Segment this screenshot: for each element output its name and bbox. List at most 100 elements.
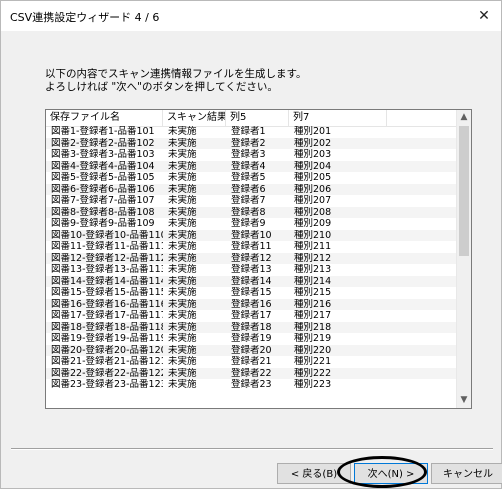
table-cell: 未実施 <box>168 195 197 206</box>
table-cell: 未実施 <box>168 356 197 367</box>
table-row[interactable]: 図番4-登録者4-品番104 未実施 登録者4 種別204 <box>46 160 457 172</box>
table-cell: 種別204 <box>294 160 332 172</box>
wizard-content: 以下の内容でスキャン連携情報ファイルを生成します。 よろしければ "次へ"のボタ… <box>1 31 501 443</box>
table-cell: 登録者2 <box>231 137 266 149</box>
back-button[interactable]: < 戻る(B) <box>277 463 351 484</box>
table-cell: 図番21-登録者21-品番121 <box>51 356 163 367</box>
instruction-line-1: 以下の内容でスキャン連携情報ファイルを生成します。 <box>45 68 307 80</box>
table-row[interactable]: 図番15-登録者15-品番115 未実施 登録者15 種別215 <box>46 287 457 299</box>
table-row[interactable]: 図番8-登録者8-品番108 未実施 登録者8 種別208 <box>46 206 457 218</box>
table-cell: 図番2-登録者2-品番102 <box>51 137 155 149</box>
table-row[interactable]: 図番12-登録者12-品番112 未実施 登録者12 種別212 <box>46 252 457 264</box>
table-cell: 図番3-登録者3-品番103 <box>51 149 155 160</box>
list-rows: 図番1-登録者1-品番101 未実施 登録者1 種別201 図番2-登録者2-品番102… <box>46 126 457 391</box>
table-row[interactable]: 図番16-登録者16-品番116 未実施 登録者16 種別216 <box>46 298 457 310</box>
table-row[interactable]: 図番18-登録者18-品番118 未実施 登録者18 種別218 <box>46 321 457 333</box>
instruction-message: 以下の内容でスキャン連携情報ファイルを生成します。 よろしければ "次へ"のボタ… <box>45 68 306 94</box>
table-cell: 図番22-登録者22-品番122 <box>51 367 163 379</box>
table-cell: 未実施 <box>168 344 197 356</box>
table-cell: 種別217 <box>294 310 332 321</box>
table-cell: 未実施 <box>168 275 197 287</box>
file-list-view[interactable]: 保存ファイル名 スキャン結果 列5 列7 図番1-登録者1-品番101 未実施 登録… <box>45 109 472 409</box>
table-cell: 種別214 <box>294 275 332 287</box>
vertical-scrollbar[interactable]: ▲ ▼ <box>456 110 471 408</box>
table-cell: 登録者21 <box>231 356 272 367</box>
table-row[interactable]: 図番9-登録者9-品番109 未実施 登録者9 種別209 <box>46 218 457 230</box>
table-cell: 種別202 <box>294 137 332 149</box>
table-cell: 図番14-登録者14-品番114 <box>51 275 163 287</box>
list-header: 保存ファイル名 スキャン結果 列5 列7 <box>46 110 457 127</box>
table-cell: 登録者8 <box>231 206 266 218</box>
table-cell: 種別212 <box>294 252 332 264</box>
table-row[interactable]: 図番14-登録者14-品番114 未実施 登録者14 種別214 <box>46 275 457 287</box>
column-header-col7[interactable]: 列7 <box>289 110 387 126</box>
column-header-filename[interactable]: 保存ファイル名 <box>46 110 163 126</box>
table-cell: 図番13-登録者13-品番113 <box>51 264 163 275</box>
table-row[interactable]: 図番11-登録者11-品番111 未実施 登録者11 種別211 <box>46 241 457 253</box>
table-cell: 未実施 <box>168 218 197 229</box>
table-cell: 種別207 <box>294 195 332 206</box>
table-row[interactable]: 図番20-登録者20-品番120 未実施 登録者20 種別220 <box>46 344 457 356</box>
column-header-scan-result[interactable]: スキャン結果 <box>163 110 226 126</box>
column-header-col5[interactable]: 列5 <box>226 110 289 126</box>
table-row[interactable]: 図番23-登録者23-品番123 未実施 登録者23 種別223 <box>46 379 457 391</box>
table-cell: 図番12-登録者12-品番112 <box>51 252 163 264</box>
table-cell: 図番1-登録者1-品番101 <box>51 126 155 137</box>
table-row[interactable]: 図番10-登録者10-品番110 未実施 登録者10 種別210 <box>46 229 457 241</box>
table-cell: 登録者22 <box>231 367 272 379</box>
table-row[interactable]: 図番3-登録者3-品番103 未実施 登録者3 種別203 <box>46 149 457 161</box>
table-cell: 未実施 <box>168 298 197 310</box>
scroll-thumb[interactable] <box>459 126 469 256</box>
table-cell: 登録者5 <box>231 172 266 183</box>
table-cell: 種別216 <box>294 298 332 310</box>
table-cell: 未実施 <box>168 252 197 264</box>
table-cell: 種別220 <box>294 344 332 356</box>
table-cell: 種別208 <box>294 206 332 218</box>
table-row[interactable]: 図番21-登録者21-品番121 未実施 登録者21 種別221 <box>46 356 457 368</box>
table-cell: 未実施 <box>168 310 197 321</box>
table-row[interactable]: 図番19-登録者19-品番119 未実施 登録者19 種別219 <box>46 333 457 345</box>
table-row[interactable]: 図番1-登録者1-品番101 未実施 登録者1 種別201 <box>46 126 457 138</box>
table-cell: 未実施 <box>168 379 197 390</box>
table-cell: 登録者6 <box>231 183 266 195</box>
table-row[interactable]: 図番2-登録者2-品番102 未実施 登録者2 種別202 <box>46 137 457 149</box>
table-cell: 登録者17 <box>231 310 272 321</box>
table-cell: 未実施 <box>168 172 197 183</box>
next-button[interactable]: 次へ(N) > <box>354 463 428 484</box>
table-cell: 登録者14 <box>231 275 272 287</box>
table-cell: 登録者19 <box>231 333 272 344</box>
scroll-down-icon[interactable]: ▼ <box>457 393 471 408</box>
table-cell: 未実施 <box>168 126 197 137</box>
table-cell: 種別218 <box>294 321 332 333</box>
table-cell: 種別209 <box>294 218 332 229</box>
table-cell: 未実施 <box>168 367 197 379</box>
table-cell: 種別205 <box>294 172 332 183</box>
table-row[interactable]: 図番22-登録者22-品番122 未実施 登録者22 種別222 <box>46 367 457 379</box>
table-cell: 図番18-登録者18-品番118 <box>51 321 163 333</box>
table-row[interactable]: 図番5-登録者5-品番105 未実施 登録者5 種別205 <box>46 172 457 184</box>
table-row[interactable]: 図番6-登録者6-品番106 未実施 登録者6 種別206 <box>46 183 457 195</box>
scroll-up-icon[interactable]: ▲ <box>457 110 471 125</box>
table-row[interactable]: 図番13-登録者13-品番113 未実施 登録者13 種別213 <box>46 264 457 276</box>
table-cell: 種別221 <box>294 356 332 367</box>
column-header-empty[interactable] <box>387 110 457 126</box>
cancel-button[interactable]: キャンセル <box>431 463 502 484</box>
close-icon[interactable]: ✕ <box>473 5 495 27</box>
table-cell: 種別206 <box>294 183 332 195</box>
table-cell: 図番4-登録者4-品番104 <box>51 160 155 172</box>
table-row[interactable]: 図番7-登録者7-品番107 未実施 登録者7 種別207 <box>46 195 457 207</box>
table-cell: 未実施 <box>168 149 197 160</box>
table-cell: 図番9-登録者9-品番109 <box>51 218 155 229</box>
instruction-line-2: よろしければ "次へ"のボタンを押してください。 <box>45 81 278 93</box>
wizard-window: CSV連携設定ウィザード 4 / 6 ✕ 以下の内容でスキャン連携情報ファイルを… <box>0 0 502 489</box>
table-cell: 登録者16 <box>231 298 272 310</box>
table-cell: 種別210 <box>294 229 332 241</box>
table-cell: 未実施 <box>168 137 197 149</box>
table-cell: 図番5-登録者5-品番105 <box>51 172 155 183</box>
table-cell: 登録者1 <box>231 126 266 137</box>
table-cell: 種別213 <box>294 264 332 275</box>
table-row[interactable]: 図番17-登録者17-品番117 未実施 登録者17 種別217 <box>46 310 457 322</box>
table-cell: 登録者3 <box>231 149 266 160</box>
table-cell: 登録者11 <box>231 241 272 252</box>
title-bar: CSV連携設定ウィザード 4 / 6 ✕ <box>1 1 501 31</box>
